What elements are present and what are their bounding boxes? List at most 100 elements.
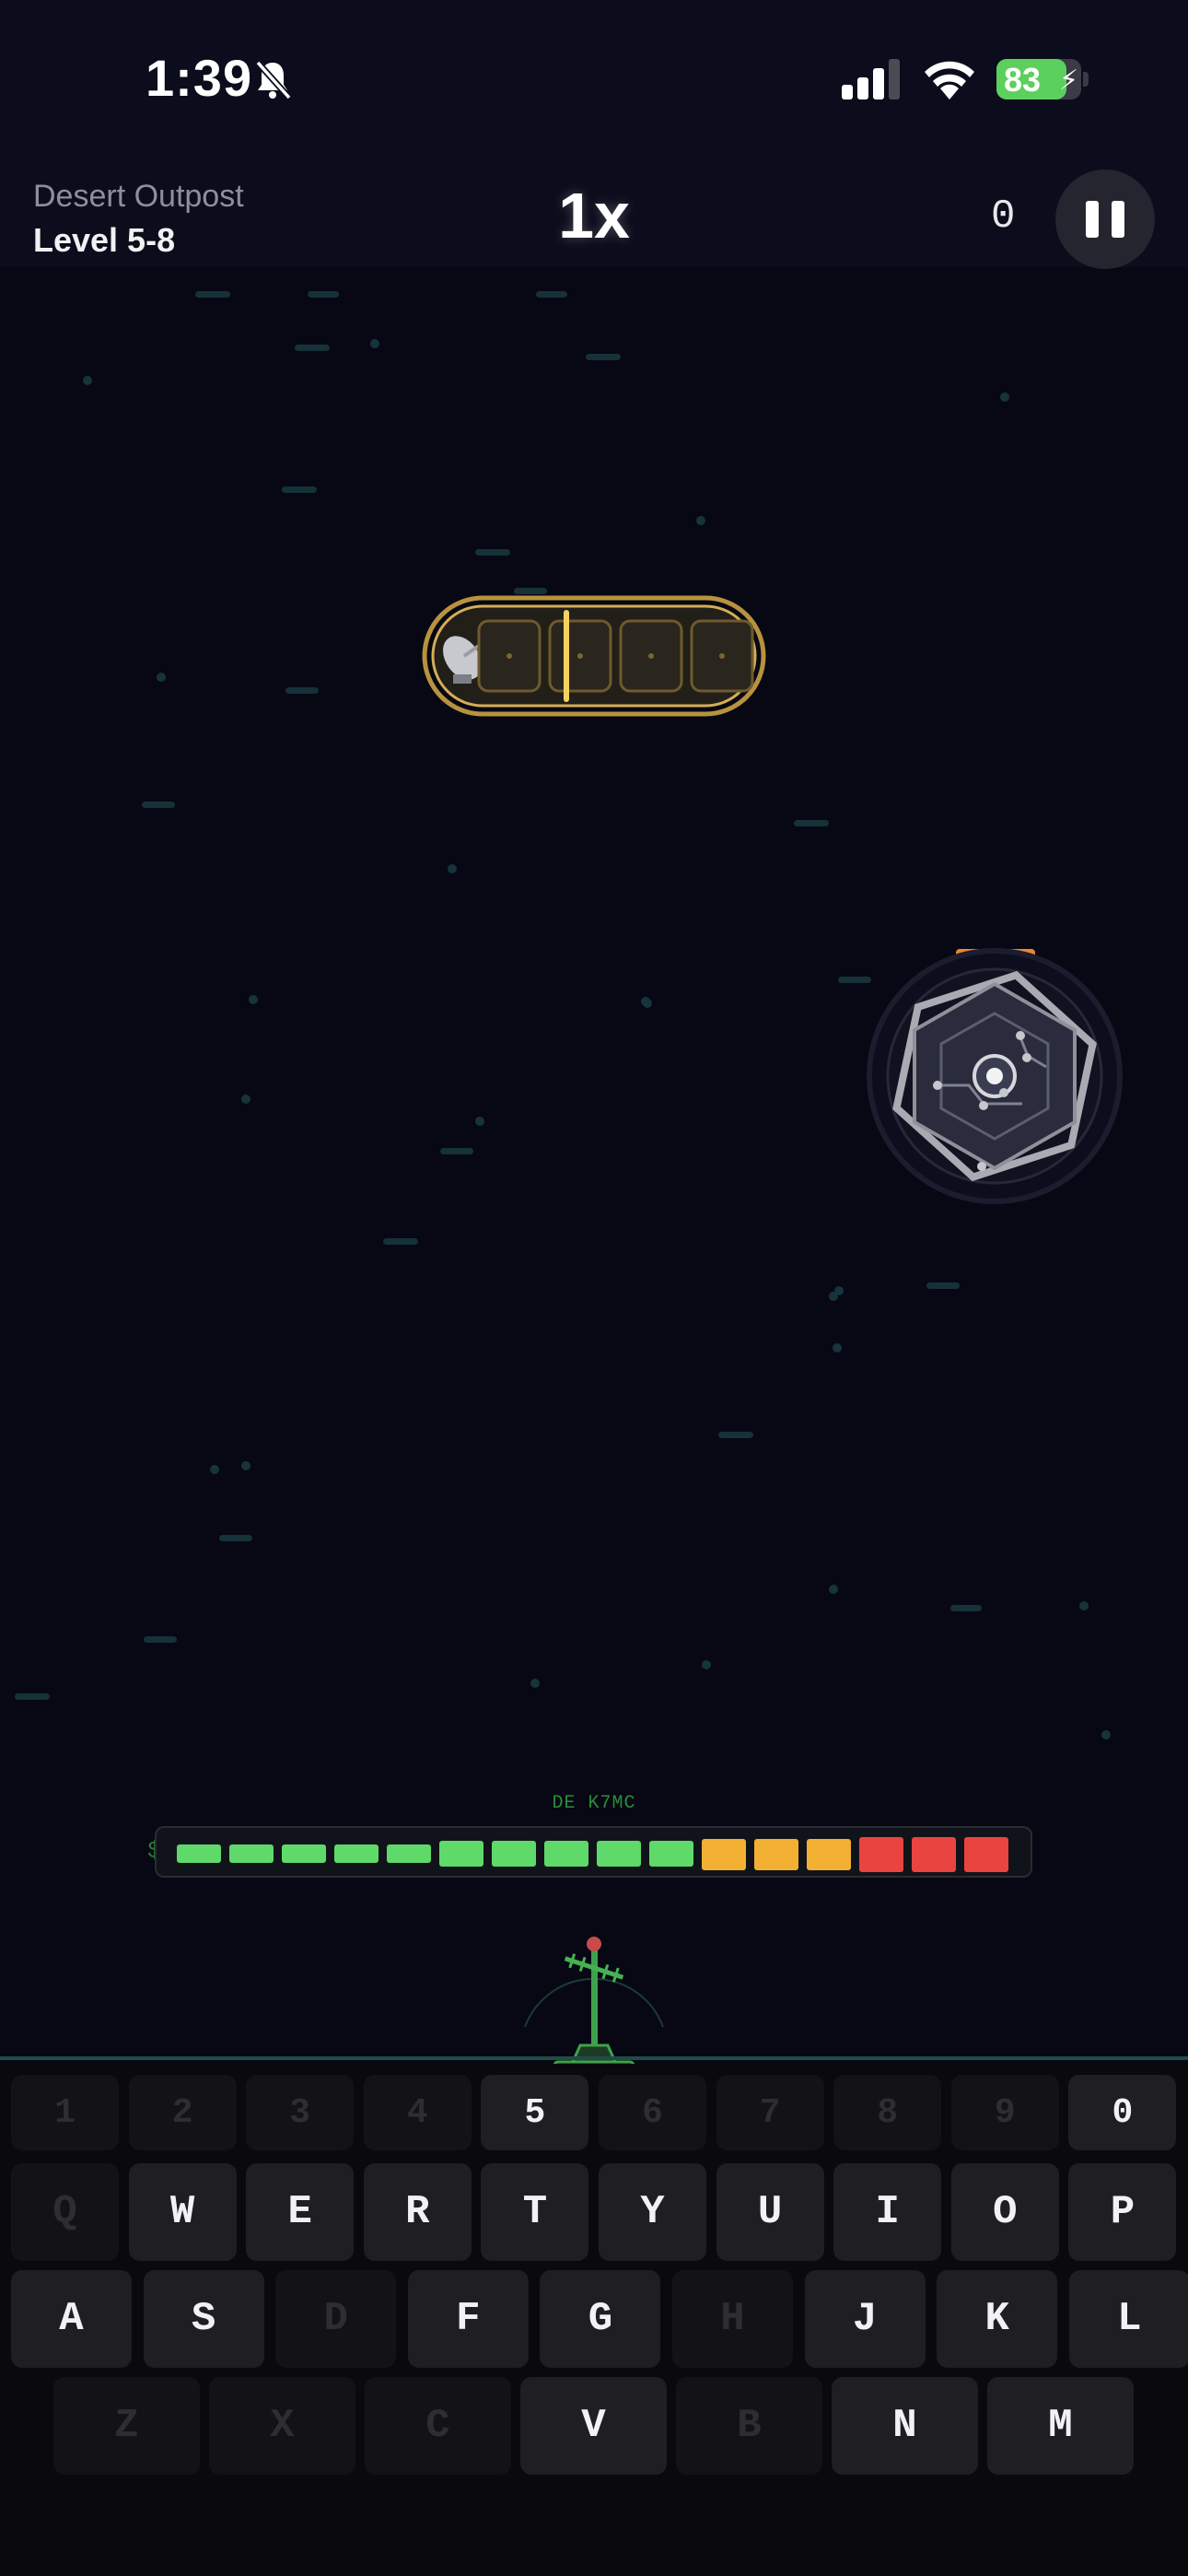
power-segment-yellow bbox=[807, 1839, 851, 1870]
key-u[interactable]: U bbox=[716, 2163, 824, 2261]
key-9: 9 bbox=[950, 2075, 1059, 2150]
particle-dash bbox=[282, 486, 317, 493]
key-d: D bbox=[275, 2270, 397, 2368]
particle-dash bbox=[144, 1636, 177, 1643]
key-5[interactable]: 5 bbox=[481, 2075, 589, 2150]
particle-dot bbox=[370, 339, 379, 348]
battery-cap bbox=[1083, 72, 1089, 87]
battery-percent: 83 bbox=[1004, 61, 1042, 99]
key-m[interactable]: M bbox=[987, 2377, 1134, 2475]
power-segment-green bbox=[177, 1844, 221, 1863]
power-segment-green bbox=[334, 1844, 379, 1863]
particle-dot bbox=[530, 1679, 540, 1688]
key-r[interactable]: R bbox=[363, 2163, 472, 2261]
signal-icon bbox=[842, 59, 900, 100]
particle-dot bbox=[241, 1461, 250, 1470]
hexagon-core-icon bbox=[867, 948, 1123, 1204]
particle-dash bbox=[926, 1282, 960, 1289]
key-s[interactable]: S bbox=[143, 2270, 264, 2368]
particle-dash bbox=[794, 820, 829, 826]
key-y[interactable]: Y bbox=[599, 2163, 706, 2261]
pause-button[interactable] bbox=[1055, 170, 1155, 269]
key-l[interactable]: L bbox=[1068, 2270, 1188, 2368]
particle-dot bbox=[241, 1095, 250, 1104]
key-2: 2 bbox=[128, 2075, 237, 2150]
key-a[interactable]: A bbox=[11, 2270, 132, 2368]
particle-dot bbox=[249, 995, 258, 1004]
key-c: C bbox=[365, 2377, 511, 2475]
particle-dot bbox=[696, 516, 705, 525]
key-b: B bbox=[676, 2377, 822, 2475]
key-p[interactable]: P bbox=[1068, 2163, 1177, 2261]
callsign-label: DE K7MC bbox=[552, 1793, 636, 1814]
power-segment-green bbox=[649, 1841, 693, 1867]
key-e[interactable]: E bbox=[246, 2163, 355, 2261]
power-meter bbox=[155, 1826, 1032, 1878]
key-q: Q bbox=[11, 2163, 119, 2261]
particle-dash bbox=[536, 291, 567, 298]
signal-capsule bbox=[422, 595, 766, 717]
key-x: X bbox=[209, 2377, 355, 2475]
key-6: 6 bbox=[599, 2075, 706, 2150]
key-k[interactable]: K bbox=[937, 2270, 1058, 2368]
particle-dash bbox=[950, 1605, 982, 1611]
key-1: 1 bbox=[11, 2075, 119, 2150]
power-segment-yellow bbox=[754, 1839, 798, 1870]
particle-dash bbox=[383, 1238, 418, 1245]
particle-dash bbox=[718, 1432, 753, 1438]
battery-indicator: 83 ⚡ bbox=[996, 59, 1081, 100]
power-segment-green bbox=[492, 1841, 536, 1867]
wifi-icon bbox=[925, 61, 974, 100]
power-segment-green bbox=[282, 1844, 326, 1863]
particle-dot bbox=[702, 1660, 711, 1669]
bell-muted-icon bbox=[255, 60, 292, 100]
power-segment-green bbox=[387, 1844, 431, 1863]
capsule-slot-dot bbox=[507, 653, 512, 659]
particle-dash bbox=[295, 345, 330, 351]
key-4: 4 bbox=[363, 2075, 472, 2150]
particle-dot bbox=[829, 1585, 838, 1594]
particle-dot bbox=[83, 376, 92, 385]
particle-dash bbox=[219, 1535, 252, 1541]
game-header: Desert Outpost Level 5-8 1x 0 bbox=[0, 166, 1188, 269]
key-7: 7 bbox=[716, 2075, 824, 2150]
key-0[interactable]: 0 bbox=[1068, 2075, 1177, 2150]
ground-line bbox=[0, 2056, 1188, 2060]
particle-dot bbox=[829, 1292, 838, 1301]
particle-dash bbox=[285, 687, 319, 694]
key-n[interactable]: N bbox=[832, 2377, 978, 2475]
key-t[interactable]: T bbox=[481, 2163, 589, 2261]
power-segment-red bbox=[964, 1837, 1008, 1872]
particle-dash bbox=[142, 802, 175, 808]
particle-dot bbox=[1101, 1730, 1111, 1739]
particle-dash bbox=[308, 291, 339, 298]
power-segment-green bbox=[439, 1841, 483, 1867]
particle-dot bbox=[833, 1343, 842, 1352]
pause-icon-bar bbox=[1112, 201, 1124, 238]
particle-dot bbox=[643, 999, 652, 1008]
key-8: 8 bbox=[833, 2075, 942, 2150]
particle-dash bbox=[195, 291, 230, 298]
power-segment-red bbox=[912, 1837, 956, 1872]
key-3: 3 bbox=[246, 2075, 355, 2150]
key-w[interactable]: W bbox=[128, 2163, 237, 2261]
capsule-slot-dot bbox=[719, 653, 725, 659]
particle-dash bbox=[514, 588, 547, 594]
key-g[interactable]: G bbox=[540, 2270, 661, 2368]
power-segment-green bbox=[544, 1841, 588, 1867]
charging-bolt-icon: ⚡ bbox=[1059, 65, 1079, 96]
key-o[interactable]: O bbox=[950, 2163, 1059, 2261]
key-z: Z bbox=[53, 2377, 200, 2475]
particle-dot bbox=[448, 864, 457, 873]
key-h: H bbox=[672, 2270, 793, 2368]
key-j[interactable]: J bbox=[804, 2270, 926, 2368]
power-segment-green bbox=[229, 1844, 274, 1863]
key-i[interactable]: I bbox=[833, 2163, 942, 2261]
score: 0 bbox=[991, 193, 1016, 240]
particle-dot bbox=[210, 1465, 219, 1474]
pause-icon bbox=[1086, 201, 1099, 238]
morse-keyboard: 1234567890 QWERTYUIOP ASDFGHJKL ZXCVBNM bbox=[0, 2064, 1188, 2576]
key-f[interactable]: F bbox=[407, 2270, 529, 2368]
particle-dash bbox=[475, 549, 510, 556]
key-v[interactable]: V bbox=[520, 2377, 667, 2475]
